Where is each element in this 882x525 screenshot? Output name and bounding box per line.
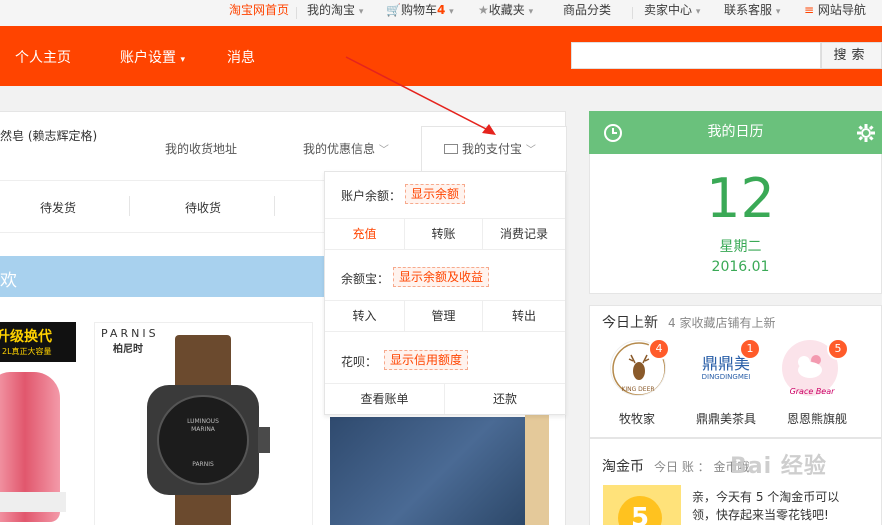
annotation-arrow xyxy=(345,56,496,135)
